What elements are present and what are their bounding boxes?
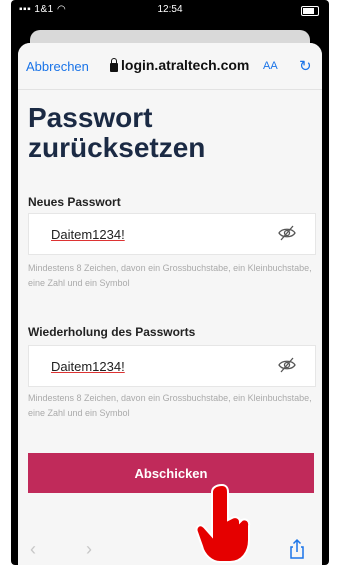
browser-sheet: Abbrechen login.atraltech.com AA ↻ Passw… — [18, 43, 322, 565]
repeat-password-hint: Mindestens 8 Zeichen, davon ein Grossbuc… — [28, 393, 312, 418]
new-password-value: Daitem1234! — [51, 227, 125, 242]
battery-icon — [301, 6, 319, 16]
repeat-password-label: Wiederholung des Passworts — [28, 325, 196, 339]
browser-nav-bar: Abbrechen login.atraltech.com AA ↻ — [18, 43, 322, 90]
text-size-button[interactable]: AA — [263, 60, 278, 72]
address-bar[interactable]: login.atraltech.com — [110, 57, 249, 73]
share-icon[interactable] — [285, 537, 309, 561]
back-icon[interactable]: ‹ — [30, 539, 36, 560]
pointing-hand-icon — [195, 483, 251, 563]
browser-toolbar: ‹ › — [18, 535, 322, 565]
cancel-button[interactable]: Abbrechen — [26, 59, 89, 74]
new-password-field[interactable]: Daitem1234! — [28, 213, 316, 255]
repeat-password-value: Daitem1234! — [51, 359, 125, 374]
page-title: Passwort zurücksetzen — [28, 102, 206, 163]
new-password-hint: Mindestens 8 Zeichen, davon ein Grossbuc… — [28, 263, 312, 288]
text-size-label: AA — [263, 60, 278, 72]
new-password-label: Neues Passwort — [28, 195, 121, 209]
status-bar: ▪▪▪ 1&1 ◠ 12:54 — [11, 0, 329, 22]
forward-icon[interactable]: › — [86, 539, 92, 560]
status-time: 12:54 — [157, 4, 183, 15]
submit-button[interactable]: Abschicken — [28, 453, 314, 493]
repeat-password-field[interactable]: Daitem1234! — [28, 345, 316, 387]
url-text: login.atraltech.com — [121, 57, 250, 73]
lock-icon — [110, 57, 118, 72]
eye-slash-icon[interactable] — [277, 223, 297, 243]
eye-slash-icon[interactable] — [277, 355, 297, 375]
reload-icon[interactable]: ↻ — [299, 57, 312, 75]
